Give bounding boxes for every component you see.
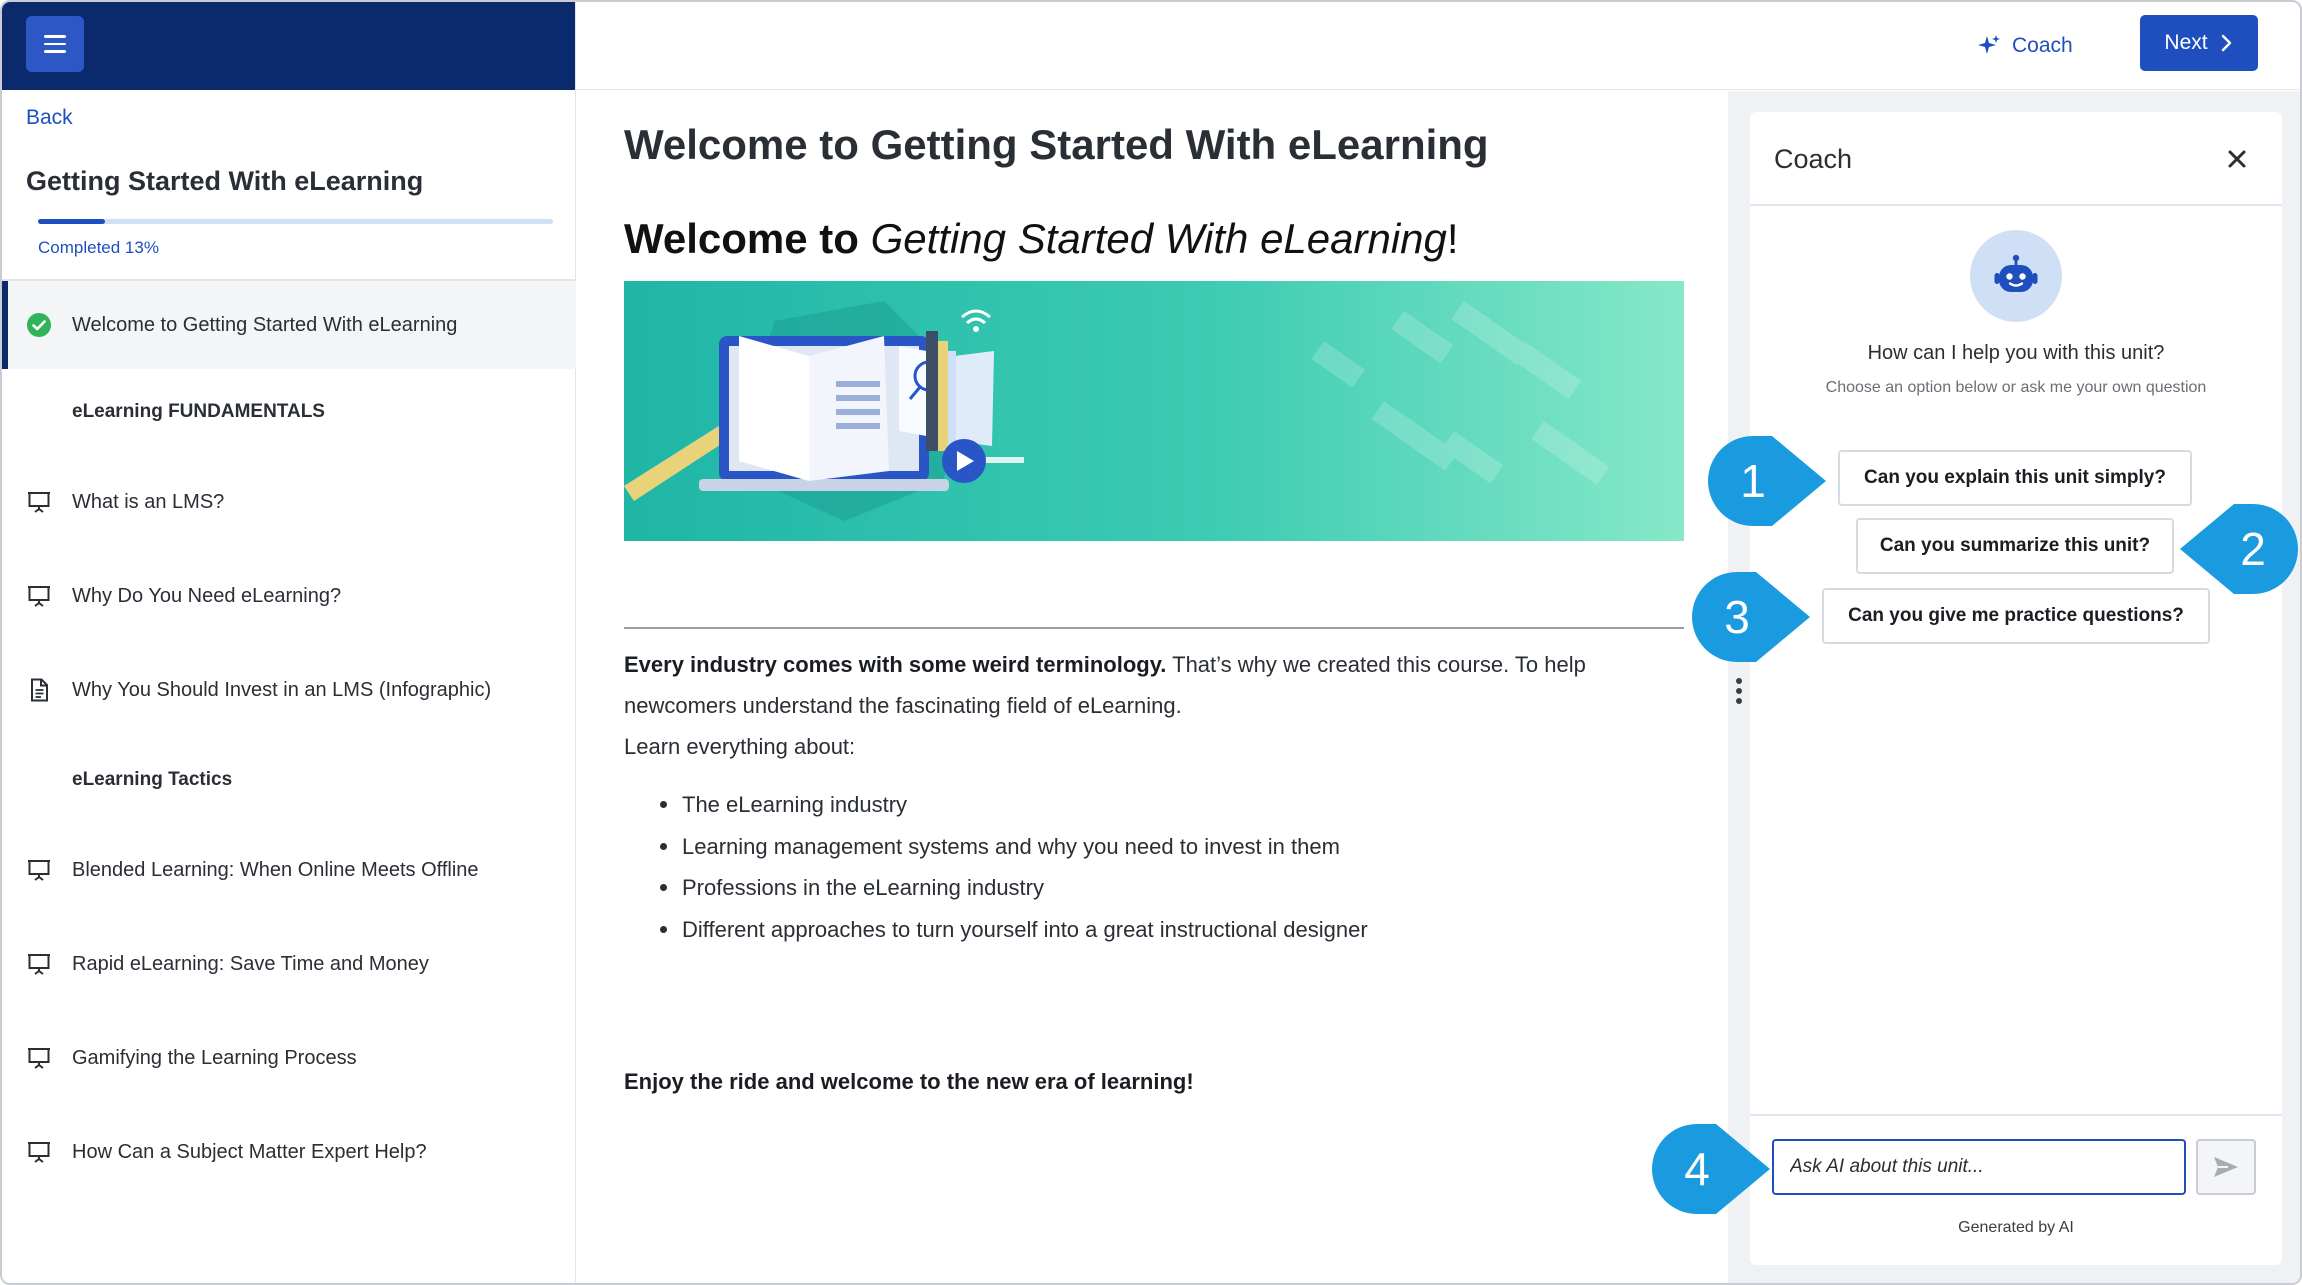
coach-bot-avatar [1970, 230, 2062, 322]
hamburger-icon [44, 35, 66, 53]
course-title: Getting Started With eLearning [26, 166, 424, 196]
learn-label: Learn everything about: [624, 734, 856, 759]
presentation-icon [28, 1142, 50, 1163]
intro-paragraph: Every industry comes with some weird ter… [624, 644, 1684, 767]
app-frame: Back Getting Started With eLearning Comp… [0, 0, 2302, 1285]
unit-item-gamifying[interactable]: Gamifying the Learning Process [2, 1011, 576, 1105]
callout-marker-3: 3 [1692, 572, 1810, 662]
list-item: Professions in the eLearning industry [624, 867, 1684, 909]
sidebar-header [2, 2, 575, 90]
unit-item-label: What is an LMS? [72, 490, 225, 513]
coach-prompt-subtext: Choose an option below or ask me your ow… [1825, 379, 2207, 396]
panel-resize-handle[interactable] [1735, 678, 1743, 704]
callout-number: 2 [2240, 523, 2266, 575]
presentation-icon [28, 1048, 50, 1069]
coach-panel-title: Coach [1774, 144, 1853, 174]
callout-number: 3 [1724, 591, 1750, 643]
list-item: The eLearning industry [624, 784, 1684, 826]
document-icon [31, 678, 48, 702]
unit-item-label: Gamifying the Learning Process [72, 1046, 357, 1069]
progress-label: Completed 13% [38, 238, 159, 257]
callout-marker-4: 4 [1652, 1124, 1770, 1214]
unit-item-what-is-lms[interactable]: What is an LMS? [2, 455, 576, 549]
intro-bold-text: Every industry comes with some weird ter… [624, 652, 1167, 677]
unit-item-welcome[interactable]: Welcome to Getting Started With eLearnin… [2, 281, 576, 369]
unit-item-sme-help[interactable]: How Can a Subject Matter Expert Help? [2, 1105, 576, 1199]
unit-item-rapid-elearning[interactable]: Rapid eLearning: Save Time and Money [2, 917, 576, 1011]
coach-panel-header: Coach [1750, 112, 2282, 206]
unit-item-label: Why You Should Invest in an LMS (Infogra… [72, 678, 492, 701]
check-circle-icon [27, 313, 51, 337]
presentation-icon [28, 860, 50, 881]
section-header-fundamentals: eLearning FUNDAMENTALS [2, 369, 576, 455]
menu-button[interactable] [26, 16, 84, 72]
unit-title: Welcome to Getting Started With eLearnin… [624, 121, 1489, 168]
send-button[interactable] [2196, 1139, 2256, 1195]
send-icon [2214, 1157, 2238, 1177]
unit-content: Welcome to Getting Started With eLearnin… [576, 91, 1728, 1283]
content-divider [624, 627, 1684, 629]
robot-icon [1994, 254, 2038, 292]
sparkle-icon [1978, 35, 2000, 54]
banner-illustration [624, 300, 1610, 521]
callout-number: 1 [1740, 455, 1766, 507]
section-label: eLearning Tactics [72, 769, 233, 790]
callout-number: 4 [1684, 1143, 1710, 1195]
suggestion-explain-simply[interactable]: Can you explain this unit simply? [1838, 450, 2192, 506]
coach-button-label: Coach [2012, 34, 2073, 57]
section-label: eLearning FUNDAMENTALS [72, 401, 325, 422]
suggestion-summarize[interactable]: Can you summarize this unit? [1856, 518, 2174, 574]
course-progress-fill [38, 219, 105, 224]
course-banner-image [624, 281, 1684, 541]
suggestion-practice-questions[interactable]: Can you give me practice questions? [1822, 588, 2210, 644]
presentation-icon [28, 954, 50, 975]
ask-ai-input[interactable] [1772, 1139, 2186, 1195]
coach-button[interactable]: Coach [1976, 24, 2073, 68]
list-item: Learning management systems and why you … [624, 826, 1684, 868]
topics-list: The eLearning industry Learning manageme… [624, 784, 1684, 950]
unit-item-label: How Can a Subject Matter Expert Help? [72, 1140, 427, 1163]
unit-heading: Welcome to Getting Started With eLearnin… [624, 215, 1459, 263]
unit-item-blended-learning[interactable]: Blended Learning: When Online Meets Offl… [2, 823, 576, 917]
unit-item-label: Blended Learning: When Online Meets Offl… [72, 858, 479, 881]
unit-item-why-elearning[interactable]: Why Do You Need eLearning? [2, 549, 576, 643]
unit-item-label: Why Do You Need eLearning? [72, 584, 342, 607]
generated-by-ai-note: Generated by AI [1958, 1219, 2074, 1236]
heading-bold: Welcome to [624, 215, 859, 262]
back-link[interactable]: Back [26, 106, 73, 130]
closing-text: Enjoy the ride and welcome to the new er… [624, 1069, 1194, 1094]
callout-marker-1: 1 [1708, 436, 1826, 526]
top-bar: Coach Next [576, 2, 2300, 90]
coach-footer-divider [1750, 1114, 2282, 1116]
section-header-tactics: eLearning Tactics [2, 737, 576, 823]
unit-item-label: Rapid eLearning: Save Time and Money [72, 952, 429, 975]
coach-panel: Coach How can I help you with this unit?… [1750, 112, 2282, 1265]
unit-item-label: Welcome to Getting Started With eLearnin… [72, 313, 458, 336]
heading-end: ! [1446, 215, 1459, 262]
close-icon[interactable] [2220, 142, 2254, 176]
list-item: Different approaches to turn yourself in… [624, 909, 1684, 951]
presentation-icon [28, 586, 50, 607]
unit-list: Welcome to Getting Started With eLearnin… [2, 281, 576, 1199]
chevron-right-icon [2221, 34, 2231, 52]
next-button[interactable]: Next [2140, 15, 2258, 71]
presentation-icon [28, 492, 50, 513]
heading-italic: Getting Started With eLearning [870, 215, 1447, 262]
course-progress-bar [38, 219, 553, 224]
unit-item-invest-lms[interactable]: Why You Should Invest in an LMS (Infogra… [2, 643, 576, 737]
next-button-label: Next [2164, 31, 2208, 54]
coach-prompt-question: How can I help you with this unit? [1867, 342, 2165, 364]
course-sidebar: Back Getting Started With eLearning Comp… [2, 2, 576, 1283]
callout-marker-2: 2 [2180, 504, 2298, 594]
